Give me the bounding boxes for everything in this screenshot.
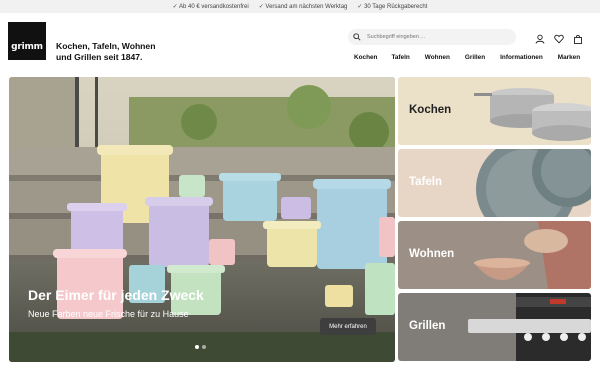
cart-icon[interactable] [573,31,583,44]
tagline-line-2: und Grillen seit 1847. [56,52,143,62]
usp-next-day: ✓ Versand am nächsten Werktag [258,4,348,10]
category-tile-tafeln[interactable]: Tafeln [398,149,591,217]
logo-text: grimm [11,42,43,52]
category-label-tafeln: Tafeln [409,176,443,188]
nav-item-wohnen[interactable]: Wohnen [425,54,450,61]
search-bar[interactable] [348,29,516,45]
slider-dot-2[interactable] [202,345,206,349]
wishlist-heart-icon[interactable] [554,31,564,44]
nav-item-kochen[interactable]: Kochen [354,54,377,61]
category-label-wohnen: Wohnen [409,248,455,260]
logo[interactable]: grimm [8,22,46,60]
header-icons [535,31,583,44]
slider-dots [195,345,206,349]
tagline: Kochen, Tafeln, Wohnen und Grillen seit … [56,41,196,63]
category-tile-wohnen[interactable]: Wohnen [398,221,591,289]
usp-return: ✓ 30 Tage Rückgaberecht [357,4,428,10]
account-icon[interactable] [535,31,545,44]
category-label-grillen: Grillen [409,320,446,332]
category-label-kochen: Kochen [409,104,452,116]
main-nav: Kochen Tafeln Wohnen Grillen Information… [354,54,580,61]
hero-cta-button[interactable]: Mehr erfahren [320,318,376,335]
nav-item-marken[interactable]: Marken [558,54,580,61]
hero-title: Der Eimer für jeden Zweck [28,287,204,303]
search-icon [353,33,361,41]
hero-subtitle: Neue Farben neue Frische für zu Hause [28,309,189,319]
nav-item-grillen[interactable]: Grillen [465,54,485,61]
usp-bar: ✓ Ab 40 € versandkostenfrei ✓ Versand am… [0,0,600,13]
hero-banner[interactable]: Der Eimer für jeden Zweck Neue Farben ne… [9,77,395,362]
category-tile-kochen[interactable]: Kochen [398,77,591,145]
slider-dot-1[interactable] [195,345,199,349]
nav-item-tafeln[interactable]: Tafeln [391,54,409,61]
tagline-line-1: Kochen, Tafeln, Wohnen [56,41,156,51]
category-tile-grillen[interactable]: Grillen [398,293,591,361]
usp-free-shipping: ✓ Ab 40 € versandkostenfrei [172,4,249,10]
nav-item-informationen[interactable]: Informationen [500,54,543,61]
search-input[interactable] [367,34,497,40]
